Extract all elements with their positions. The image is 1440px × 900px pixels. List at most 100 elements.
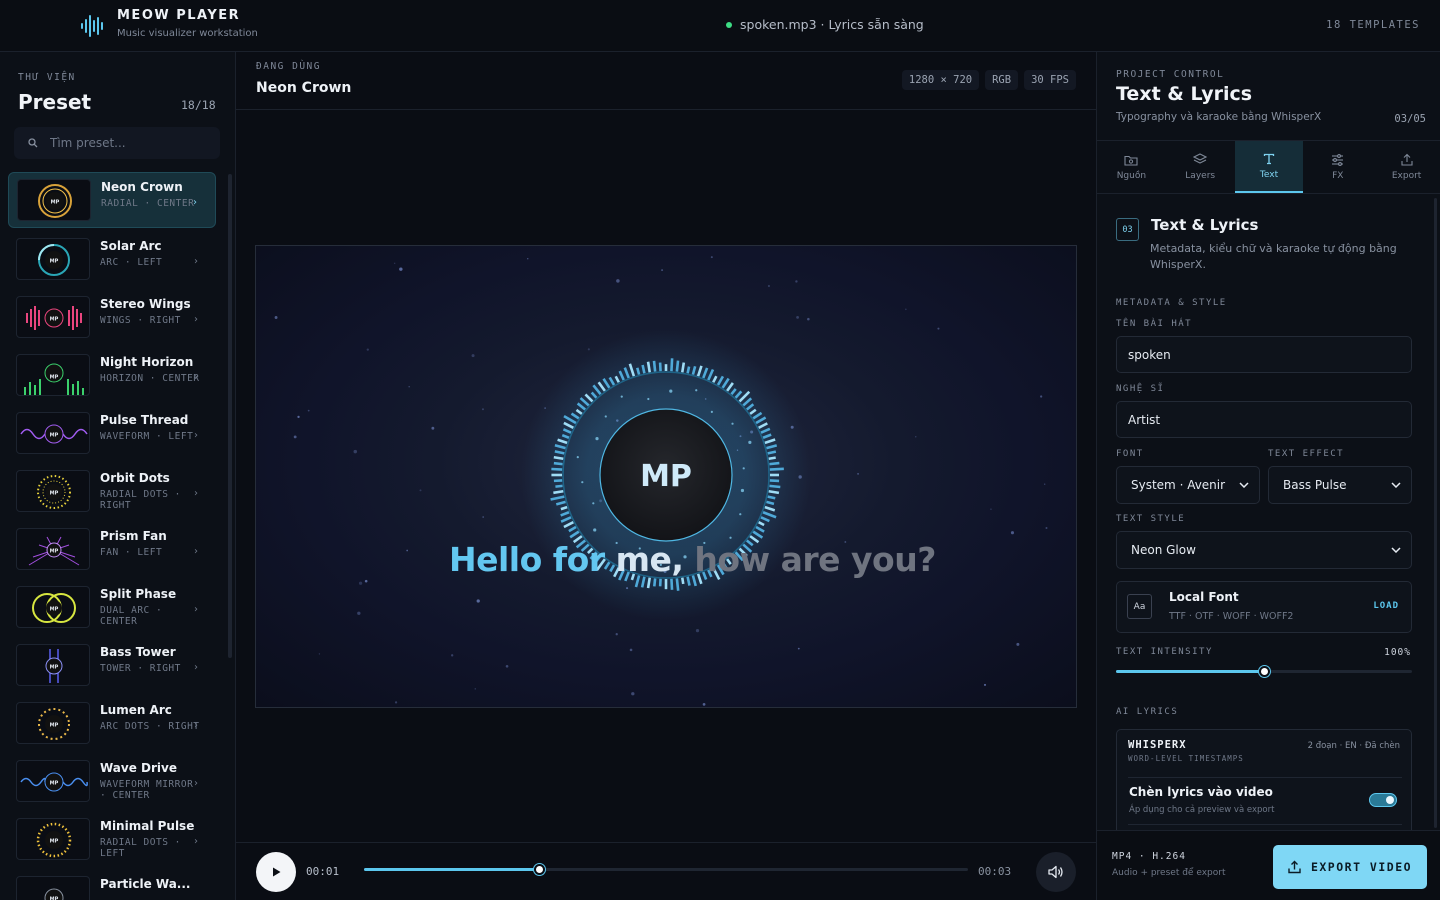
star — [431, 426, 435, 430]
preset-name: Pulse Thread — [100, 413, 189, 427]
chevron-right-icon: › — [194, 256, 198, 267]
preset-list: MP Neon Crown RADIAL · CENTER › MP Solar… — [8, 172, 224, 900]
effect-select[interactable]: Bass Pulse — [1268, 466, 1412, 504]
star — [915, 436, 917, 438]
tab-label: Text — [1259, 169, 1279, 180]
status-text: spoken.mp3 · Lyrics sẵn sàng — [740, 17, 924, 32]
sliders-icon — [1332, 153, 1344, 166]
star — [406, 549, 409, 552]
preset-search-input[interactable] — [50, 136, 200, 150]
preset-item[interactable]: MP Minimal Pulse RADIAL DOTS · LEFT › — [8, 812, 216, 866]
equalizer-logo-icon — [81, 15, 103, 37]
font-select-value: System · Avenir — [1131, 478, 1226, 492]
star — [476, 599, 480, 603]
star — [394, 701, 398, 704]
play-button[interactable] — [256, 852, 296, 892]
star — [481, 408, 484, 411]
status-dot-icon — [726, 21, 732, 28]
star — [527, 258, 529, 260]
preview-canvas[interactable]: MP Hello for me, how are you? — [255, 245, 1077, 708]
intensity-slider[interactable] — [1116, 666, 1412, 677]
preset-item[interactable]: MP Solar Arc ARC · LEFT › — [8, 232, 216, 286]
sidebar-scrollbar[interactable] — [228, 174, 232, 658]
artist-field[interactable]: Artist — [1116, 401, 1412, 438]
effect-label: TEXT EFFECT — [1268, 449, 1345, 459]
load-font-button[interactable]: LOAD — [1373, 601, 1399, 611]
star — [505, 664, 509, 668]
export-video-button[interactable]: EXPORT VIDEO — [1273, 845, 1427, 889]
star — [474, 688, 476, 690]
font-select[interactable]: System · Avenir — [1116, 466, 1260, 504]
orbit-dot — [669, 389, 673, 393]
section-number: 03 — [1116, 218, 1139, 241]
lumen-arc-thumb: MP — [16, 702, 90, 744]
upload-icon — [1401, 153, 1413, 166]
star — [857, 472, 859, 475]
preset-item[interactable]: MP Pulse Thread WAVEFORM · LEFT › — [8, 406, 216, 460]
tab-layers[interactable]: Layers — [1166, 141, 1235, 193]
star — [797, 647, 800, 650]
star — [1016, 642, 1020, 646]
tab-source[interactable]: Nguồn — [1097, 141, 1166, 193]
whisperx-meta: 2 đoạn · EN · Đã chèn — [1307, 741, 1400, 751]
chevron-down-icon — [1239, 482, 1249, 488]
volume-icon — [1048, 865, 1063, 879]
preset-item[interactable]: MP Neon Crown RADIAL · CENTER › — [8, 172, 216, 228]
preset-item[interactable]: MP Night Horizon HORIZON · CENTER › — [8, 348, 216, 402]
preset-info: Solar Arc ARC · LEFT — [100, 238, 200, 280]
orbit-dot — [593, 528, 597, 532]
preset-item[interactable]: MP Lumen Arc ARC DOTS · RIGHT › — [8, 696, 216, 750]
tab-export[interactable]: Export — [1372, 141, 1440, 193]
intensity-label: TEXT INTENSITY — [1116, 647, 1213, 657]
seek-bar[interactable] — [364, 864, 968, 875]
star — [408, 386, 410, 388]
seek-handle[interactable] — [534, 864, 546, 875]
svg-text:MP: MP — [50, 375, 59, 381]
export-format: MP4 · H.264 — [1112, 851, 1186, 862]
intensity-fill — [1116, 670, 1264, 673]
chevron-right-icon: › — [194, 778, 198, 789]
preset-info: Stereo Wings WINGS · RIGHT — [100, 296, 200, 338]
preset-item[interactable]: MP Particle Wa... — [8, 870, 216, 900]
wave-drive-thumb: MP — [16, 760, 90, 802]
preset-name: Neon Crown — [101, 180, 183, 194]
spectrum-tick — [670, 358, 674, 372]
preset-item[interactable]: MP Prism Fan FAN · LEFT › — [8, 522, 216, 576]
night-horizon-thumb: MP — [16, 354, 90, 396]
preset-search[interactable] — [14, 127, 220, 159]
panel-caption: PROJECT CONTROL — [1116, 69, 1225, 80]
templates-count[interactable]: 18 TEMPLATES — [1326, 19, 1420, 31]
karaoke-lyric-line: Hello for me, how are you? — [449, 540, 936, 579]
preset-info: Prism Fan FAN · LEFT — [100, 528, 200, 570]
preset-item[interactable]: MP Wave Drive WAVEFORM MIRROR · CENTER › — [8, 754, 216, 808]
intensity-handle[interactable] — [1259, 666, 1270, 677]
star — [297, 415, 300, 419]
song-title-field[interactable]: spoken — [1116, 336, 1412, 373]
orbit-dot — [604, 415, 607, 418]
text-icon — [1263, 153, 1275, 164]
preset-name: Solar Arc — [100, 239, 162, 253]
preset-item[interactable]: MP Bass Tower TOWER · RIGHT › — [8, 638, 216, 692]
format-chips: 1280 × 720 RGB 30 FPS — [901, 70, 1076, 90]
style-select[interactable]: Neon Glow — [1116, 531, 1412, 569]
panel-scrollbar[interactable] — [1434, 198, 1437, 828]
preset-item[interactable]: MP Orbit Dots RADIAL DOTS · RIGHT › — [8, 464, 216, 518]
star — [807, 317, 810, 321]
project-control-panel: PROJECT CONTROL Text & Lyrics Typography… — [1096, 52, 1440, 900]
top-bar: MEOW PLAYER Music visualizer workstation… — [0, 0, 1440, 52]
preset-info: Night Horizon HORIZON · CENTER — [100, 354, 200, 396]
tab-text[interactable]: Text — [1234, 141, 1304, 193]
star — [364, 579, 368, 583]
divider — [1128, 824, 1402, 825]
preset-item[interactable]: MP Split Phase DUAL ARC · CENTER › — [8, 580, 216, 634]
insert-lyrics-toggle[interactable] — [1369, 793, 1397, 807]
volume-button[interactable] — [1036, 852, 1076, 892]
star — [353, 449, 358, 454]
export-description: Audio + preset để export — [1112, 868, 1226, 878]
spectrum-tick — [675, 360, 680, 372]
tab-fx[interactable]: FX — [1303, 141, 1372, 193]
preset-item[interactable]: MP Stereo Wings WINGS · RIGHT › — [8, 290, 216, 344]
minimal-pulse-thumb: MP — [16, 818, 90, 860]
search-icon — [28, 138, 38, 148]
preset-name: Prism Fan — [100, 529, 167, 543]
